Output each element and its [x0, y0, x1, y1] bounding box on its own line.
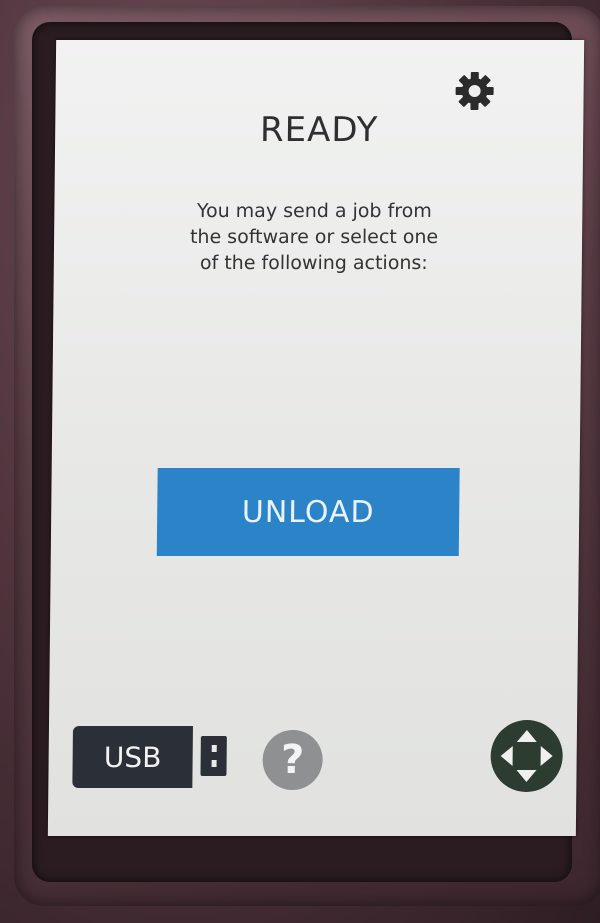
usb-button[interactable]: USB	[72, 726, 193, 788]
gear-icon[interactable]	[453, 70, 495, 112]
status-title: READY	[259, 110, 379, 150]
move-arrows-icon[interactable]	[490, 720, 564, 792]
instruction-line: of the following actions:	[199, 252, 428, 274]
instruction-line: the software or select one	[189, 226, 439, 248]
help-icon[interactable]: ?	[262, 730, 323, 790]
touch-screen: READY You may send a job from the softwa…	[47, 40, 585, 836]
instruction-line: You may send a job from	[196, 200, 432, 222]
help-label: ?	[280, 737, 305, 783]
unload-button[interactable]: UNLOAD	[156, 468, 460, 556]
instruction-text: You may send a job from the software or …	[164, 198, 465, 276]
usb-label: USB	[103, 740, 162, 774]
usb-plug-icon	[200, 736, 227, 776]
